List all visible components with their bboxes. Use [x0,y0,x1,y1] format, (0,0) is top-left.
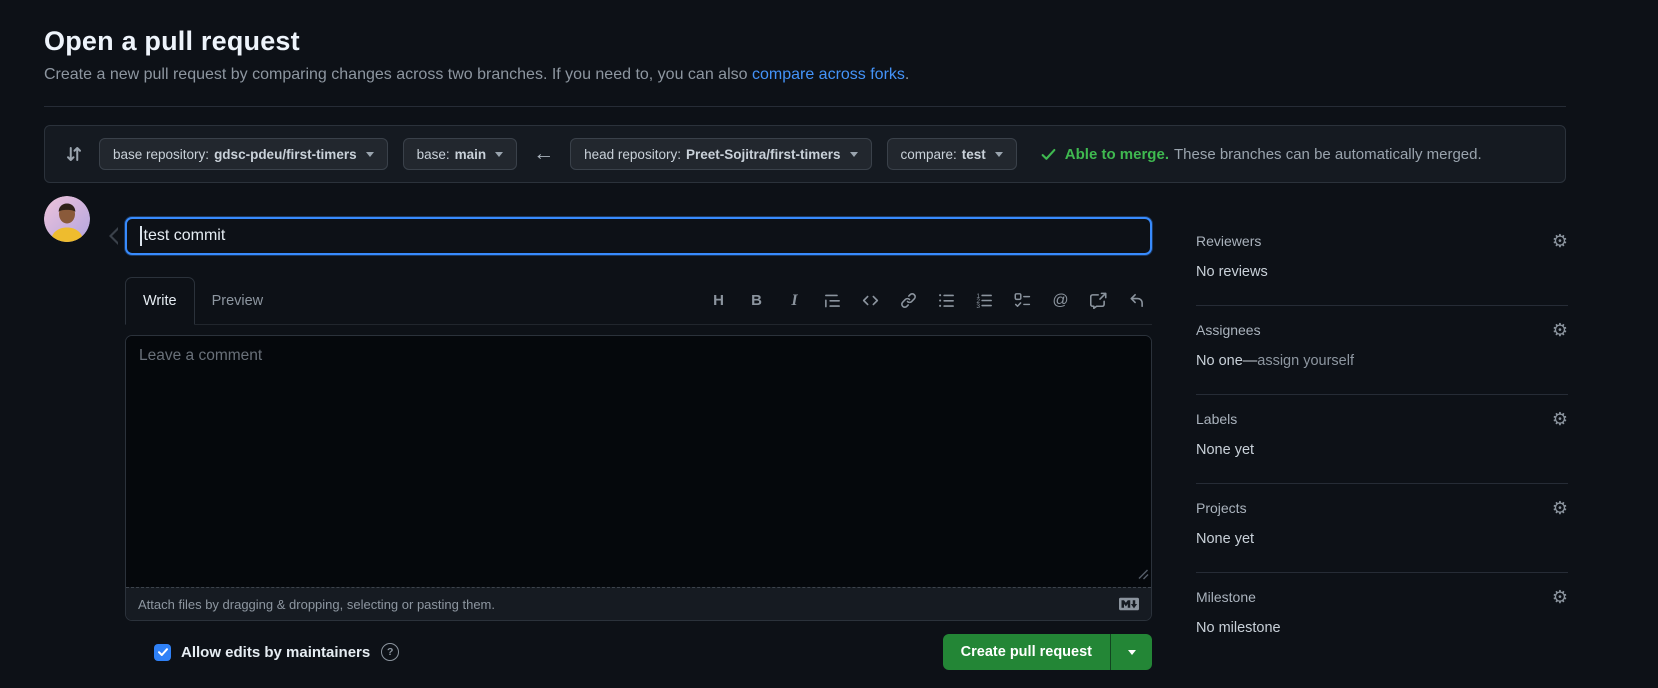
list-ordered-icon[interactable]: 123 [975,291,994,310]
page-header: Open a pull request Create a new pull re… [44,26,909,84]
assignees-label: Assignees [1196,322,1261,338]
allow-edits-label: Allow edits by maintainers [181,643,371,661]
list-unordered-icon[interactable] [937,291,956,310]
chevron-down-icon [994,151,1003,157]
compare-branch-selector[interactable]: compare: test [886,138,1017,170]
create-pull-request-button[interactable]: Create pull request [942,634,1110,670]
head-repository-label: head repository: [584,146,681,162]
tasklist-icon[interactable] [1013,291,1032,310]
chevron-down-icon [849,151,858,157]
create-pr-dropdown-button[interactable] [1110,634,1152,670]
chevron-down-icon [495,151,504,157]
merge-status: Able to merge. These branches can be aut… [1040,146,1482,163]
labels-value: None yet [1196,442,1255,458]
saved-reply-icon[interactable] [1127,291,1146,310]
head-repository-selector[interactable]: head repository: Preet-Sojitra/first-tim… [570,138,872,170]
git-compare-icon [64,144,84,164]
page-title: Open a pull request [44,26,300,56]
check-icon [1040,146,1057,163]
comment-textarea[interactable]: Leave a comment [126,336,1151,587]
pr-title-value: test commit [143,227,226,244]
gear-icon[interactable]: ⚙ [1552,321,1568,339]
attach-files-hint: Attach files by dragging & dropping, sel… [138,596,495,612]
gear-icon[interactable]: ⚙ [1552,232,1568,250]
sidebar-section-reviewers: Reviewers ⚙ No reviews [1196,217,1568,306]
allow-edits-checkbox[interactable] [154,643,171,661]
resize-grip[interactable] [1137,567,1149,585]
branch-selection-bar: base repository: gdsc-pdeu/first-timers … [44,125,1566,183]
assignees-value: No one—assign yourself [1196,353,1354,369]
gear-icon[interactable]: ⚙ [1552,499,1568,517]
mention-icon[interactable]: @ [1051,291,1070,310]
create-pr-split-button: Create pull request [942,634,1152,670]
heading-icon[interactable]: H [709,291,728,310]
merge-status-title: Able to merge. [1064,145,1169,163]
compare-across-forks-link[interactable]: compare across forks [752,66,905,83]
base-repository-selector[interactable]: base repository: gdsc-pdeu/first-timers [99,138,388,170]
reviewers-label: Reviewers [1196,233,1262,249]
page-subtitle: Create a new pull request by comparing c… [44,66,909,84]
base-repository-label: base repository: [113,146,210,162]
base-repository-value: gdsc-pdeu/first-timers [214,146,357,162]
subtitle-text: Create a new pull request by comparing c… [44,66,752,83]
merge-status-detail: These branches can be automatically merg… [1173,145,1482,163]
sidebar-section-labels: Labels ⚙ None yet [1196,395,1568,484]
svg-text:3: 3 [976,303,980,309]
comment-box: Leave a comment Attach files by dragging… [125,335,1152,621]
open-pull-request-page: Open a pull request Create a new pull re… [0,0,1658,688]
sidebar-section-projects: Projects ⚙ None yet [1196,484,1568,573]
projects-label: Projects [1196,500,1247,516]
avatar [44,196,90,242]
subtitle-period: . [904,66,910,83]
tab-preview[interactable]: Preview [195,277,281,324]
base-branch-selector[interactable]: base: main [402,138,518,170]
reviewers-value: No reviews [1196,264,1268,280]
cross-reference-icon[interactable] [1089,291,1108,310]
pr-sidebar: Reviewers ⚙ No reviews Assignees ⚙ No on… [1196,217,1568,661]
pr-title-input[interactable]: test commit [125,217,1152,255]
assign-yourself-link[interactable]: assign yourself [1257,353,1354,369]
title-input-wrap: test commit [109,217,1152,255]
help-question-icon[interactable]: ? [381,643,400,661]
comment-placeholder: Leave a comment [139,347,263,364]
quote-icon[interactable] [823,291,842,310]
attach-files-bar[interactable]: Attach files by dragging & dropping, sel… [126,587,1151,620]
gear-icon[interactable]: ⚙ [1552,588,1568,606]
code-icon[interactable] [861,291,880,310]
compare-branch-value: test [961,146,986,162]
comment-tabnav: Write Preview H B I 123 @ [125,277,1152,325]
text-cursor [140,226,142,246]
markdown-icon [1119,594,1139,614]
arrow-left-icon: ← [533,142,555,165]
head-repository-value: Preet-Sojitra/first-timers [685,146,841,162]
sidebar-section-milestone: Milestone ⚙ No milestone [1196,573,1568,661]
chevron-down-icon [1127,649,1136,655]
allow-edits-group: Allow edits by maintainers ? [154,643,400,661]
chevron-down-icon [365,151,374,157]
base-branch-value: main [454,146,487,162]
compare-branch-label: compare: [900,146,957,162]
gear-icon[interactable]: ⚙ [1552,410,1568,428]
markdown-toolbar: H B I 123 @ [709,277,1152,324]
link-icon[interactable] [899,291,918,310]
form-footer: Allow edits by maintainers ? Create pull… [125,634,1152,670]
sidebar-section-assignees: Assignees ⚙ No one—assign yourself [1196,306,1568,395]
bold-icon[interactable]: B [747,291,766,310]
milestone-label: Milestone [1196,589,1256,605]
italic-icon[interactable]: I [785,291,804,310]
tab-write[interactable]: Write [125,277,195,325]
pull-request-form: test commit Write Preview H B I 1 2 3 @ … [109,217,1152,670]
header-divider [44,106,1566,107]
milestone-value: No milestone [1196,620,1281,636]
base-branch-label: base: [416,146,450,162]
labels-label: Labels [1196,411,1238,427]
projects-value: None yet [1196,531,1255,547]
